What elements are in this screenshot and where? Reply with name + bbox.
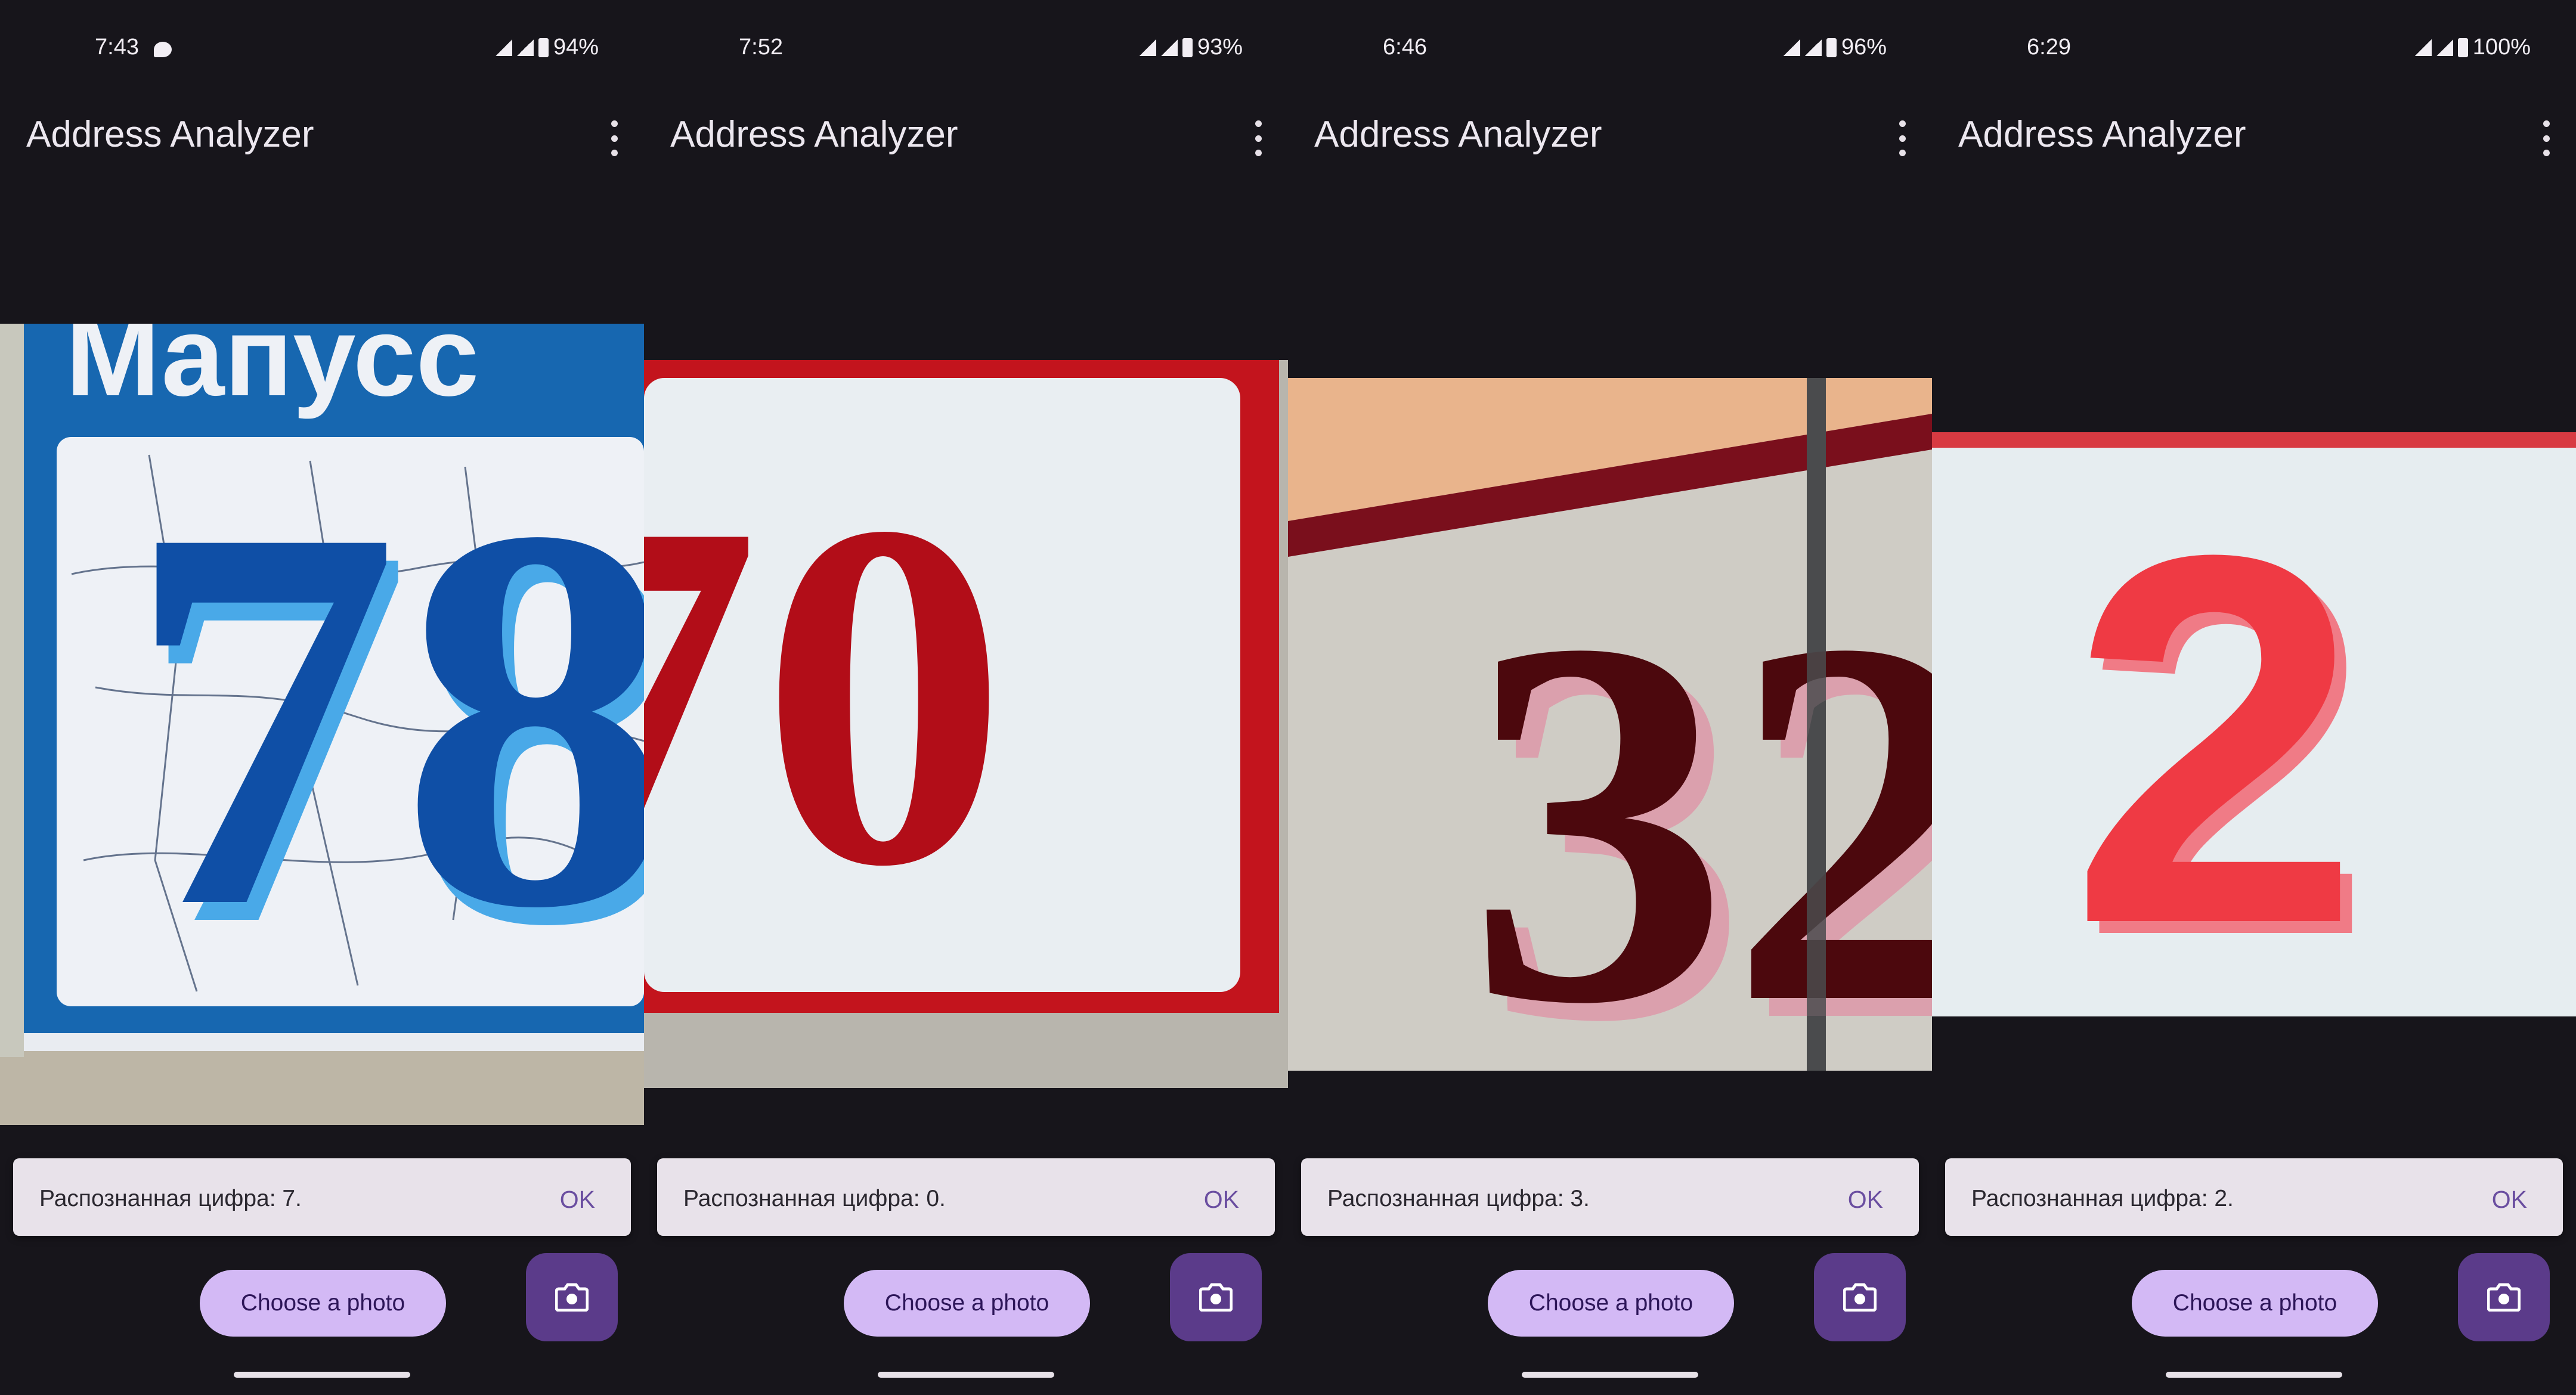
result-snackbar: Распознанная цифра: 3. OK bbox=[1301, 1158, 1919, 1236]
camera-button[interactable] bbox=[1814, 1253, 1906, 1341]
status-bar: 6:46 96% bbox=[1288, 0, 1932, 98]
gesture-bar[interactable] bbox=[234, 1372, 410, 1378]
system-icons: 100% bbox=[2414, 35, 2531, 60]
app-bar: Address Analyzer bbox=[1288, 95, 1932, 176]
house-number-photo: Мапусс 78 78 bbox=[0, 324, 644, 1125]
house-number-photo: 70 bbox=[644, 360, 1288, 1088]
status-bar: 6:29 100% bbox=[1932, 0, 2576, 98]
snackbar-message: Распознанная цифра: 2. bbox=[1971, 1186, 2234, 1211]
system-icons: 94% bbox=[495, 35, 599, 60]
sign-digits: 2 bbox=[2069, 447, 2361, 1016]
choose-photo-button[interactable]: Choose a photo bbox=[200, 1270, 446, 1337]
choose-photo-button[interactable]: Choose a photo bbox=[1488, 1270, 1734, 1337]
status-time: 7:52 bbox=[739, 35, 783, 60]
phone-screen-1: 7:43 94% Address Analyzer Мапусс 78 78 Р… bbox=[0, 0, 644, 1395]
sign-banner-text: Мапусс bbox=[66, 324, 479, 420]
house-number-photo: 32 32 bbox=[1288, 378, 1932, 1071]
sign-digits: 32 bbox=[1467, 531, 1932, 1071]
battery-percent: 96% bbox=[1841, 35, 1887, 60]
battery-percent: 94% bbox=[553, 35, 599, 60]
more-vert-icon[interactable] bbox=[608, 120, 620, 156]
system-icons: 96% bbox=[1783, 35, 1887, 60]
snackbar-ok-button[interactable]: OK bbox=[1848, 1186, 1883, 1214]
snackbar-ok-button[interactable]: OK bbox=[1204, 1186, 1239, 1214]
house-number-photo: 2 2 bbox=[1932, 432, 2576, 1016]
more-vert-icon[interactable] bbox=[1896, 120, 1908, 156]
battery-icon bbox=[538, 38, 549, 57]
screenshot-collage: 7:43 94% Address Analyzer Мапусс 78 78 Р… bbox=[0, 0, 2576, 1395]
signal-icon bbox=[1783, 39, 1800, 56]
camera-button[interactable] bbox=[1170, 1253, 1262, 1341]
signal-icon bbox=[495, 39, 512, 56]
app-title: Address Analyzer bbox=[670, 114, 958, 155]
sign-digits: 78 bbox=[125, 414, 644, 1021]
gesture-bar[interactable] bbox=[2166, 1372, 2342, 1378]
result-snackbar: Распознанная цифра: 7. OK bbox=[13, 1158, 631, 1236]
more-vert-icon[interactable] bbox=[2540, 120, 2552, 156]
signal-icon bbox=[2414, 39, 2432, 56]
signal-icon bbox=[516, 39, 534, 56]
app-bar: Address Analyzer bbox=[1932, 95, 2576, 176]
result-snackbar: Распознанная цифра: 2. OK bbox=[1945, 1158, 2563, 1236]
camera-icon bbox=[1843, 1283, 1877, 1312]
phone-screen-4: 6:29 100% Address Analyzer 2 2 Распознан… bbox=[1932, 0, 2576, 1395]
app-title: Address Analyzer bbox=[26, 114, 314, 155]
app-title: Address Analyzer bbox=[1314, 114, 1602, 155]
camera-icon bbox=[2487, 1283, 2521, 1312]
battery-icon bbox=[2457, 38, 2468, 57]
choose-photo-button[interactable]: Choose a photo bbox=[2132, 1270, 2378, 1337]
battery-icon bbox=[1182, 38, 1193, 57]
status-bar: 7:52 93% bbox=[644, 0, 1288, 98]
status-time: 7:43 bbox=[95, 35, 139, 60]
battery-percent: 93% bbox=[1197, 35, 1243, 60]
camera-button[interactable] bbox=[2458, 1253, 2550, 1341]
snackbar-message: Распознанная цифра: 0. bbox=[683, 1186, 946, 1211]
snackbar-ok-button[interactable]: OK bbox=[560, 1186, 595, 1214]
result-snackbar: Распознанная цифра: 0. OK bbox=[657, 1158, 1275, 1236]
choose-photo-button[interactable]: Choose a photo bbox=[844, 1270, 1090, 1337]
signal-icon bbox=[1804, 39, 1822, 56]
snackbar-message: Распознанная цифра: 3. bbox=[1327, 1186, 1590, 1211]
snackbar-message: Распознанная цифра: 7. bbox=[39, 1186, 302, 1211]
app-bar: Address Analyzer bbox=[0, 95, 644, 176]
camera-button[interactable] bbox=[526, 1253, 618, 1341]
status-time: 6:29 bbox=[2027, 35, 2071, 60]
battery-icon bbox=[1826, 38, 1837, 57]
gesture-bar[interactable] bbox=[878, 1372, 1054, 1378]
camera-icon bbox=[555, 1283, 589, 1312]
app-bar: Address Analyzer bbox=[644, 95, 1288, 176]
battery-percent: 100% bbox=[2472, 35, 2531, 60]
signal-icon bbox=[1160, 39, 1178, 56]
gesture-bar[interactable] bbox=[1522, 1372, 1698, 1378]
chat-bubble-icon bbox=[154, 42, 172, 57]
app-title: Address Analyzer bbox=[1958, 114, 2246, 155]
status-bar: 7:43 94% bbox=[0, 0, 644, 98]
snackbar-ok-button[interactable]: OK bbox=[2492, 1186, 2527, 1214]
signal-icon bbox=[2436, 39, 2453, 56]
status-time: 6:46 bbox=[1383, 35, 1427, 60]
sign-digits: 70 bbox=[644, 420, 1008, 968]
phone-screen-3: 6:46 96% Address Analyzer 32 32 Распозна… bbox=[1288, 0, 1932, 1395]
more-vert-icon[interactable] bbox=[1252, 120, 1264, 156]
signal-icon bbox=[1139, 39, 1156, 56]
camera-icon bbox=[1199, 1283, 1233, 1312]
phone-screen-2: 7:52 93% Address Analyzer 70 Распознанна… bbox=[644, 0, 1288, 1395]
system-icons: 93% bbox=[1139, 35, 1243, 60]
